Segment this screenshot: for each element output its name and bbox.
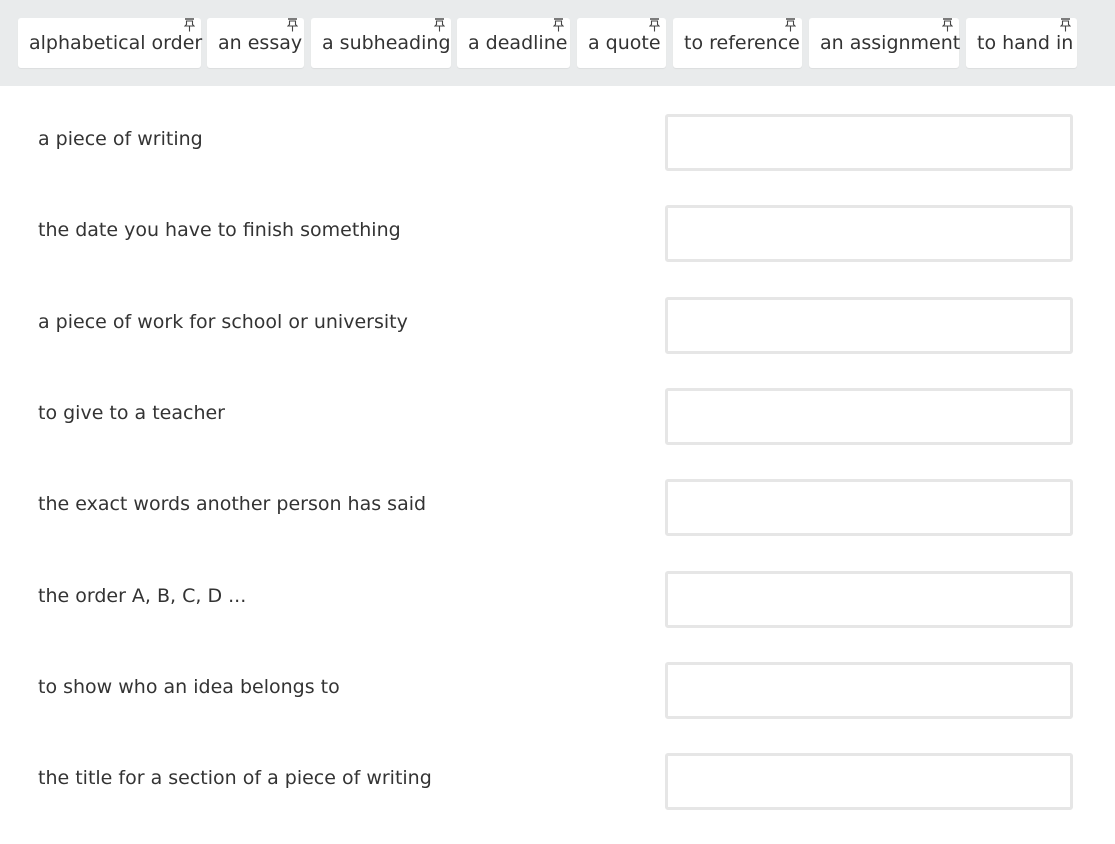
matching-row: the date you have to finish something	[0, 205, 1115, 296]
pin-icon	[942, 18, 953, 32]
matching-row: a piece of writing	[0, 114, 1115, 205]
pin-icon	[1060, 18, 1071, 32]
chip-to-hand-in[interactable]: to hand in	[966, 18, 1077, 68]
matching-row: to show who an idea belongs to	[0, 662, 1115, 753]
answer-dropzone[interactable]	[665, 753, 1073, 810]
pin-icon	[553, 18, 564, 32]
pin-icon	[287, 18, 298, 32]
matching-row: to give to a teacher	[0, 388, 1115, 479]
pin-icon	[434, 18, 445, 32]
chip-a-quote[interactable]: a quote	[577, 18, 666, 68]
definition-text: a piece of writing	[38, 128, 203, 150]
chip-label: an essay	[218, 32, 303, 54]
definition-text: the exact words another person has said	[38, 493, 427, 515]
answer-dropzone[interactable]	[665, 297, 1073, 354]
answer-dropzone[interactable]	[665, 114, 1073, 171]
matching-row: a piece of work for school or university	[0, 297, 1115, 388]
chip-an-assignment[interactable]: an assignment	[809, 18, 961, 68]
matching-row: the order A, B, C, D ...	[0, 571, 1115, 662]
chip-label: a deadline	[468, 32, 568, 54]
pin-icon	[184, 18, 195, 32]
word-bank: alphabetical order an essay a subheading…	[0, 0, 1115, 86]
chip-label: an assignment	[820, 32, 961, 54]
chip-label: alphabetical order	[29, 32, 203, 54]
answer-dropzone[interactable]	[665, 388, 1073, 445]
definition-text: to show who an idea belongs to	[38, 676, 340, 698]
chip-a-deadline[interactable]: a deadline	[457, 18, 570, 68]
definition-text: the order A, B, C, D ...	[38, 585, 247, 607]
chip-label: a quote	[588, 32, 661, 54]
matching-row: the exact words another person has said	[0, 479, 1115, 570]
definition-text: the date you have to finish something	[38, 219, 401, 241]
answer-dropzone[interactable]	[665, 479, 1073, 536]
answer-dropzone[interactable]	[665, 571, 1073, 628]
chip-alphabetical-order[interactable]: alphabetical order	[18, 18, 203, 68]
definition-text: a piece of work for school or university	[38, 311, 408, 333]
matching-row: the title for a section of a piece of wr…	[0, 753, 1115, 844]
chip-label: a subheading	[322, 32, 451, 54]
chip-a-subheading[interactable]: a subheading	[311, 18, 451, 68]
answer-dropzone[interactable]	[665, 662, 1073, 719]
chip-label: to reference	[684, 32, 800, 54]
answer-dropzone[interactable]	[665, 205, 1073, 262]
pin-icon	[649, 18, 660, 32]
chip-label: to hand in	[977, 32, 1074, 54]
chip-an-essay[interactable]: an essay	[207, 18, 304, 68]
chip-to-reference[interactable]: to reference	[673, 18, 802, 68]
definition-text: the title for a section of a piece of wr…	[38, 767, 432, 789]
pin-icon	[785, 18, 796, 32]
definition-text: to give to a teacher	[38, 402, 225, 424]
